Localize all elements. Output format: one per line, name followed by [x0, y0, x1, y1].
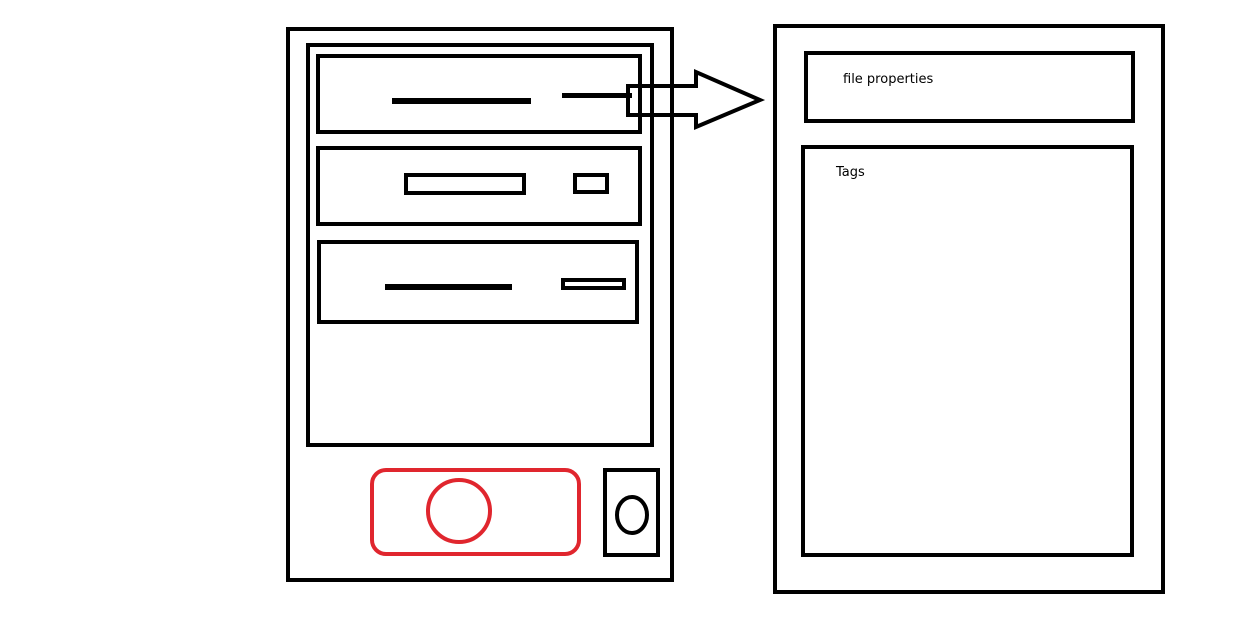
camera-switch-button[interactable]: [603, 468, 660, 557]
arrow-right-icon: [626, 68, 766, 131]
file-properties-label: file properties: [843, 72, 934, 87]
record-icon: [426, 478, 492, 544]
tags-section: [801, 145, 1134, 557]
file-properties-section: [804, 51, 1135, 123]
camera-switch-icon: [615, 495, 649, 535]
record-button[interactable]: [370, 468, 581, 556]
tags-label: Tags: [836, 165, 865, 180]
